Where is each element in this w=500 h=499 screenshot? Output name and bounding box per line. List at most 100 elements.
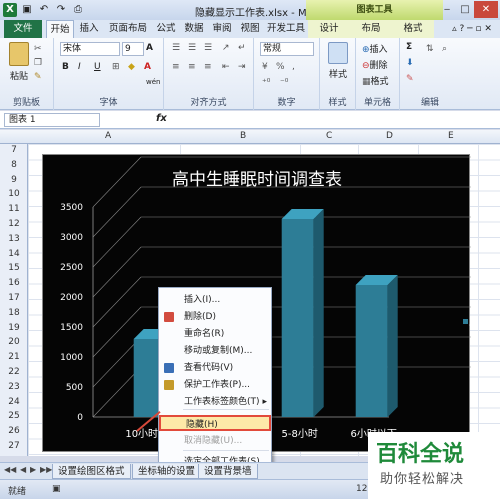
row-header[interactable]: 14 <box>0 249 28 259</box>
row-header[interactable]: 12 <box>0 219 28 229</box>
sheet-tab-axis[interactable]: 坐标轴的设置 <box>132 464 202 479</box>
column-header-a[interactable]: A <box>105 131 111 141</box>
prev-sheet-icon[interactable]: ◀ <box>20 465 26 474</box>
tab-page-layout[interactable]: 页面布局 <box>104 20 152 38</box>
row-header[interactable]: 17 <box>0 293 28 303</box>
currency-icon[interactable]: ¥ <box>262 62 268 72</box>
italic-button[interactable]: I <box>78 62 81 72</box>
row-header[interactable]: 19 <box>0 323 28 333</box>
insert-cells-button[interactable]: ⊕插入 <box>362 42 388 55</box>
tab-review[interactable]: 审阅 <box>208 20 236 38</box>
row-header[interactable]: 22 <box>0 367 28 377</box>
align-bottom-icon[interactable]: ☰ <box>204 43 212 53</box>
percent-icon[interactable]: % <box>276 62 285 72</box>
column-header-b[interactable]: B <box>240 131 246 141</box>
row-header[interactable]: 15 <box>0 263 28 273</box>
context-menu-item[interactable]: 保护工作表(P)... <box>159 377 271 393</box>
underline-button[interactable]: U <box>94 62 101 72</box>
close-icon[interactable]: ✕ <box>474 1 498 18</box>
autosum-button[interactable]: Σ <box>406 42 412 52</box>
context-menu-item[interactable]: 删除(D) <box>159 309 271 325</box>
tab-file[interactable]: 文件 <box>4 20 42 38</box>
row-header[interactable]: 25 <box>0 411 28 421</box>
phonetic-icon[interactable]: wén <box>146 78 160 86</box>
font-size-select[interactable]: 9 <box>122 42 144 56</box>
paste-button[interactable]: 粘贴 <box>6 42 32 82</box>
context-menu-item[interactable]: 取消隐藏(U)... <box>159 433 271 449</box>
context-menu-item[interactable]: 查看代码(V) <box>159 360 271 376</box>
minimize-icon[interactable]: ‒ <box>438 1 456 18</box>
indent-icon[interactable]: ⇤ <box>222 62 230 72</box>
font-color-icon[interactable]: A <box>144 62 151 72</box>
format-painter-icon[interactable]: ✎ <box>34 72 42 82</box>
increase-decimal-icon[interactable]: ⁺⁰ <box>262 78 270 88</box>
sheet-tab-plot-area[interactable]: 设置绘图区格式 <box>52 464 131 479</box>
name-box[interactable]: 图表 1 <box>4 113 100 127</box>
context-menu-item[interactable]: 隐藏(H) <box>159 415 271 431</box>
find-select-icon[interactable]: ⌕ <box>442 44 447 54</box>
context-menu-item[interactable]: 移动或复制(M)... <box>159 343 271 359</box>
row-header[interactable]: 20 <box>0 337 28 347</box>
row-header[interactable]: 16 <box>0 278 28 288</box>
tab-view[interactable]: 视图 <box>236 20 264 38</box>
delete-cells-button[interactable]: ⊖删除 <box>362 58 388 71</box>
row-header[interactable]: 21 <box>0 352 28 362</box>
number-format-select[interactable]: 常规 <box>260 42 314 56</box>
styles-button[interactable]: 样式 <box>322 42 354 80</box>
column-header-d[interactable]: D <box>386 131 393 141</box>
decrease-decimal-icon[interactable]: ⁻⁰ <box>280 78 288 88</box>
ribbon-help-icons[interactable]: ▵ ? ─ ▫ ✕ <box>448 20 496 38</box>
sort-filter-icon[interactable]: ⇅ <box>426 44 434 54</box>
row-header[interactable]: 9 <box>0 175 28 185</box>
merge-icon[interactable]: ⇥ <box>238 62 246 72</box>
clear-icon[interactable]: ✎ <box>406 74 414 84</box>
row-header[interactable]: 11 <box>0 204 28 214</box>
context-menu-item[interactable]: 重命名(R) <box>159 326 271 342</box>
row-header[interactable]: 26 <box>0 426 28 436</box>
context-menu-item[interactable]: 插入(I)... <box>159 292 271 308</box>
tab-format[interactable]: 格式 <box>392 20 434 38</box>
grow-font-button[interactable]: A <box>146 43 153 53</box>
row-header[interactable]: 18 <box>0 308 28 318</box>
tab-formulas[interactable]: 公式 <box>152 20 180 38</box>
wrap-text-icon[interactable]: ↵ <box>238 43 246 53</box>
align-middle-icon[interactable]: ☰ <box>188 43 196 53</box>
align-center-icon[interactable]: ≡ <box>188 62 196 72</box>
fill-color-icon[interactable]: ◆ <box>128 62 135 72</box>
align-right-icon[interactable]: ≡ <box>204 62 212 72</box>
row-header[interactable]: 13 <box>0 234 28 244</box>
row-header[interactable]: 24 <box>0 397 28 407</box>
tab-home[interactable]: 开始 <box>46 20 74 38</box>
maximize-icon[interactable]: □ <box>456 1 474 18</box>
print-preview-icon[interactable]: ⎙ <box>71 3 85 17</box>
first-sheet-icon[interactable]: ◀◀ <box>4 465 16 474</box>
undo-icon[interactable]: ↶ <box>37 3 51 17</box>
tab-data[interactable]: 数据 <box>180 20 208 38</box>
format-cells-button[interactable]: ▦格式 <box>362 74 389 87</box>
insert-function-button[interactable]: fx <box>156 113 167 124</box>
sheet-tab-background[interactable]: 设置背景墙 <box>198 464 258 479</box>
row-header[interactable]: 27 <box>0 441 28 451</box>
last-sheet-icon[interactable]: ▶▶ <box>40 465 52 474</box>
next-sheet-icon[interactable]: ▶ <box>30 465 36 474</box>
border-icon[interactable]: ⊞ <box>112 62 120 72</box>
font-name-select[interactable]: 宋体 <box>60 42 120 56</box>
tab-developer[interactable]: 开发工具 <box>264 20 308 38</box>
row-header[interactable]: 8 <box>0 160 28 170</box>
align-left-icon[interactable]: ≡ <box>172 62 180 72</box>
save-icon[interactable]: ▣ <box>20 3 34 17</box>
column-header-e[interactable]: E <box>448 131 454 141</box>
orientation-icon[interactable]: ↗ <box>222 43 230 53</box>
macro-record-icon[interactable]: ▣ <box>52 484 61 494</box>
tab-design[interactable]: 设计 <box>308 20 350 38</box>
row-header[interactable]: 23 <box>0 382 28 392</box>
row-header[interactable]: 10 <box>0 189 28 199</box>
bold-button[interactable]: B <box>62 62 69 72</box>
comma-icon[interactable]: , <box>292 62 295 72</box>
tab-insert[interactable]: 插入 <box>76 20 102 38</box>
fill-icon[interactable]: ⬇ <box>406 58 414 68</box>
copy-icon[interactable]: ❐ <box>34 58 42 68</box>
column-header-c[interactable]: C <box>326 131 332 141</box>
context-menu-item[interactable]: 工作表标签颜色(T) ▸ <box>159 394 271 410</box>
align-top-icon[interactable]: ☰ <box>172 43 180 53</box>
